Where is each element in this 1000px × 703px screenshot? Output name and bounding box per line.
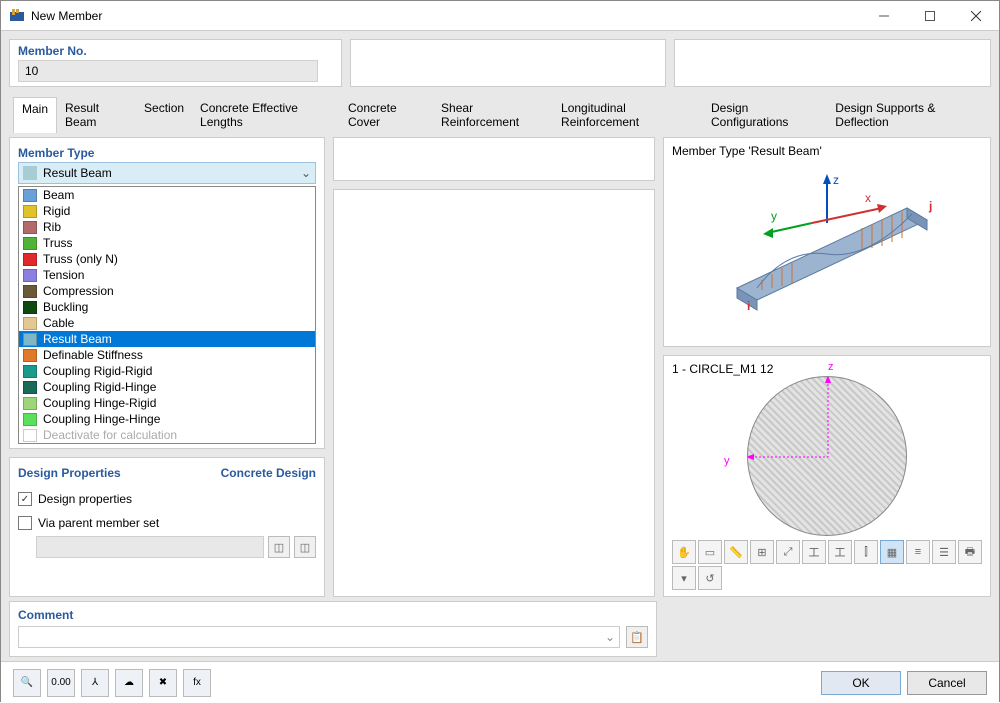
- grid-icon[interactable]: ▦: [880, 540, 904, 564]
- ok-button[interactable]: OK: [821, 671, 901, 695]
- member-type-option[interactable]: Coupling Rigid-Rigid: [19, 363, 315, 379]
- hand-icon[interactable]: ✋: [672, 540, 696, 564]
- axis-y-label: y: [724, 455, 730, 467]
- member-type-option[interactable]: Definable Stiffness: [19, 347, 315, 363]
- preview-top-title: Member Type 'Result Beam': [672, 144, 982, 158]
- window-title: New Member: [31, 9, 861, 23]
- tab-design-supports-deflection[interactable]: Design Supports & Deflection: [827, 97, 987, 133]
- svg-text:x: x: [865, 191, 871, 205]
- parent-member-set-input[interactable]: [36, 536, 264, 558]
- wire-icon[interactable]: ≡: [906, 540, 930, 564]
- comment-pick-button[interactable]: 📋: [626, 626, 648, 648]
- beam-preview-icon: z y x i j: [717, 168, 937, 328]
- design-properties-title: Design Properties: [18, 466, 121, 480]
- export-button[interactable]: ☁: [115, 669, 143, 697]
- tab-concrete-cover[interactable]: Concrete Cover: [340, 97, 433, 133]
- comment-title: Comment: [18, 608, 648, 622]
- units-button[interactable]: 0.00: [47, 669, 75, 697]
- member-type-dropdown[interactable]: Result Beam ⌄: [18, 162, 316, 184]
- concrete-design-title: Concrete Design: [221, 466, 316, 480]
- design-properties-checkbox[interactable]: ✓: [18, 492, 32, 506]
- member-type-option: Deactivate for calculation: [19, 427, 315, 443]
- chevron-down-icon: ⌄: [301, 166, 311, 180]
- member-button[interactable]: ⅄: [81, 669, 109, 697]
- edit-set-button[interactable]: ◫: [294, 536, 316, 558]
- axis-z-label: z: [828, 361, 834, 373]
- member-type-option[interactable]: Rib: [19, 219, 315, 235]
- svg-text:z: z: [833, 173, 839, 187]
- new-set-button[interactable]: ◫: [268, 536, 290, 558]
- tab-concrete-effective-lengths[interactable]: Concrete Effective Lengths: [192, 97, 340, 133]
- svg-text:j: j: [928, 199, 932, 213]
- rect-icon[interactable]: ▭: [698, 540, 722, 564]
- member-type-option[interactable]: Compression: [19, 283, 315, 299]
- ruler-icon[interactable]: 📏: [724, 540, 748, 564]
- member-type-option[interactable]: Coupling Hinge-Rigid: [19, 395, 315, 411]
- cancel-button[interactable]: Cancel: [907, 671, 987, 695]
- preview-bottom-title: 1 - CIRCLE_M1 12: [672, 362, 982, 376]
- pick-icon[interactable]: ⤢: [776, 540, 800, 564]
- tab-section[interactable]: Section: [136, 97, 192, 133]
- member-no-input[interactable]: 10: [18, 60, 318, 82]
- member-type-selected: Result Beam: [43, 166, 112, 180]
- close-button[interactable]: [953, 1, 999, 31]
- mid-blank-top: [333, 137, 655, 181]
- tab-design-configurations[interactable]: Design Configurations: [703, 97, 827, 133]
- top-blank-2: [674, 39, 991, 87]
- member-type-option[interactable]: Result Beam: [19, 331, 315, 347]
- i-beam2-icon[interactable]: 工: [828, 540, 852, 564]
- delete-button[interactable]: ✖: [149, 669, 177, 697]
- svg-text:y: y: [771, 209, 777, 223]
- minimize-button[interactable]: [861, 1, 907, 31]
- app-icon: [9, 8, 25, 24]
- member-type-option[interactable]: Buckling: [19, 299, 315, 315]
- reset-icon[interactable]: ↺: [698, 566, 722, 590]
- member-type-option[interactable]: Rigid: [19, 203, 315, 219]
- tab-longitudinal-reinforcement[interactable]: Longitudinal Reinforcement: [553, 97, 703, 133]
- via-parent-checkbox[interactable]: [18, 516, 32, 530]
- print-icon[interactable]: 🖶: [958, 540, 982, 564]
- help-button[interactable]: 🔍: [13, 669, 41, 697]
- member-type-title: Member Type: [18, 146, 320, 160]
- fx-button[interactable]: fx: [183, 669, 211, 697]
- member-type-option[interactable]: Truss (only N): [19, 251, 315, 267]
- member-type-option[interactable]: Truss: [19, 235, 315, 251]
- comment-input[interactable]: ⌄: [18, 626, 620, 648]
- member-type-option[interactable]: Coupling Hinge-Hinge: [19, 411, 315, 427]
- mid-blank-main: [333, 189, 655, 597]
- via-parent-label: Via parent member set: [38, 516, 159, 530]
- chev-icon[interactable]: ▾: [672, 566, 696, 590]
- tab-result-beam[interactable]: Result Beam: [57, 97, 136, 133]
- coords-icon[interactable]: ⊞: [750, 540, 774, 564]
- member-type-option[interactable]: Beam: [19, 187, 315, 203]
- i-beam-icon[interactable]: 工: [802, 540, 826, 564]
- member-no-label: Member No.: [18, 44, 333, 58]
- col-icon[interactable]: ⫿: [854, 540, 878, 564]
- tab-main[interactable]: Main: [13, 97, 57, 133]
- section-circle: z y: [747, 376, 907, 536]
- maximize-button[interactable]: [907, 1, 953, 31]
- design-properties-label: Design properties: [38, 492, 132, 506]
- member-type-list[interactable]: BeamRigidRibTrussTruss (only N)TensionCo…: [18, 186, 316, 444]
- list-icon[interactable]: ☰: [932, 540, 956, 564]
- member-type-option[interactable]: Tension: [19, 267, 315, 283]
- svg-text:i: i: [747, 299, 750, 313]
- top-blank-1: [350, 39, 667, 87]
- member-type-option[interactable]: Cable: [19, 315, 315, 331]
- member-type-option[interactable]: Coupling Rigid-Hinge: [19, 379, 315, 395]
- tab-shear-reinforcement[interactable]: Shear Reinforcement: [433, 97, 553, 133]
